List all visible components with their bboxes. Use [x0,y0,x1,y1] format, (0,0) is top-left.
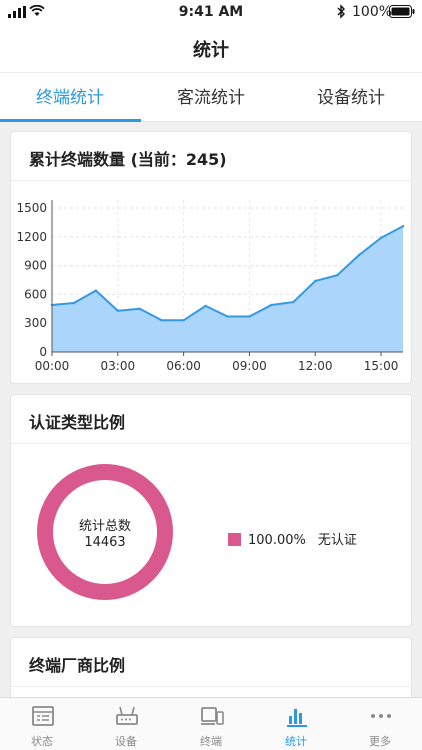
data-point [401,225,405,228]
terminal-count-title: 累计终端数量 (当前：245) [29,150,227,169]
auth-type-card: 认证类型比例 统计总数 14463 100.00% 无认证 [10,394,412,627]
data-point [116,309,120,312]
x-tick-label: 12:00 [298,359,333,373]
card-divider [11,686,411,687]
legend-swatch [228,533,241,546]
more-icon [371,714,391,718]
tabbar-item-status[interactable]: 状态 [0,698,84,750]
x-tick-label: 00:00 [35,359,70,373]
card-divider [11,180,411,181]
data-point [72,301,76,305]
y-tick-label: 1200 [16,230,47,244]
data-point [335,274,339,277]
auth-type-title: 认证类型比例 [29,413,126,432]
data-point [379,236,383,239]
data-point [226,315,229,318]
data-point [182,319,185,322]
status-icon [32,706,54,726]
y-tick-label: 0 [39,345,47,359]
status-bar: 9:41 AM 100% [0,0,422,24]
data-point [248,315,251,318]
terminal-count-card: 累计终端数量 (当前：245) 0 300 600 900 1200 1500 00:00 0… [10,131,412,384]
x-tick-label: 15:00 [364,359,399,373]
data-point [292,300,295,304]
tabbar-item-statistics[interactable]: 统计 [254,698,338,750]
tabbar-item-terminal[interactable]: 终端 [169,698,253,750]
data-point [160,319,163,322]
y-tick-label: 300 [24,316,47,330]
tab-bar-top: 终端统计 客流统计 设备统计 [0,72,422,122]
y-tick-label: 600 [24,287,47,301]
tab-traffic-stats[interactable]: 客流统计 [141,73,281,123]
vendor-ratio-title: 终端厂商比例 [29,656,126,675]
tabbar-label: 设备 [115,735,137,748]
router-icon [116,706,138,725]
tabbar-label: 统计 [285,735,307,748]
series-area [52,226,403,352]
tab-device-stats[interactable]: 设备统计 [281,73,421,123]
card-divider [11,443,411,444]
y-tick-label: 900 [24,259,47,273]
battery-icon [389,5,415,18]
data-point [270,303,273,307]
legend-percent: 100.00% [248,533,306,548]
x-tick-label: 06:00 [166,359,201,373]
donut-center: 统计总数 14463 [36,463,174,601]
tabbar-item-device[interactable]: 设备 [84,698,168,750]
terminal-count-chart: 0 300 600 900 1200 1500 00:00 03:00 06:00 09:00 12… [16,200,405,373]
data-point [357,253,361,257]
devices-icon [201,707,224,725]
battery-percent: 100% [352,4,393,20]
x-tick-label: 03:00 [101,359,136,373]
bar-chart-icon [287,709,307,727]
tab-terminal-stats[interactable]: 终端统计 [0,73,140,123]
data-point [94,289,98,292]
y-tick-label: 1500 [16,201,47,215]
page-title: 统计 [193,40,229,61]
bottom-tab-bar: 状态 设备 终端 统计 更多 [0,697,422,750]
active-tab-indicator [0,119,141,122]
legend-label: 无认证 [317,533,357,548]
tabbar-label: 状态 [31,735,53,748]
data-point [204,304,207,308]
x-tick-label: 09:00 [232,359,267,373]
data-point [314,279,317,283]
tabbar-item-more[interactable]: 更多 [338,698,422,750]
bluetooth-icon [337,4,345,19]
navigation-bar: 统计 [0,24,422,72]
tabbar-label: 更多 [369,735,391,748]
data-point [138,307,141,310]
tabbar-label: 终端 [200,735,222,748]
donut-legend: 100.00% 无认证 [228,529,357,548]
donut-center-label: 统计总数 [78,519,131,534]
donut-center-total: 14463 [84,535,126,550]
